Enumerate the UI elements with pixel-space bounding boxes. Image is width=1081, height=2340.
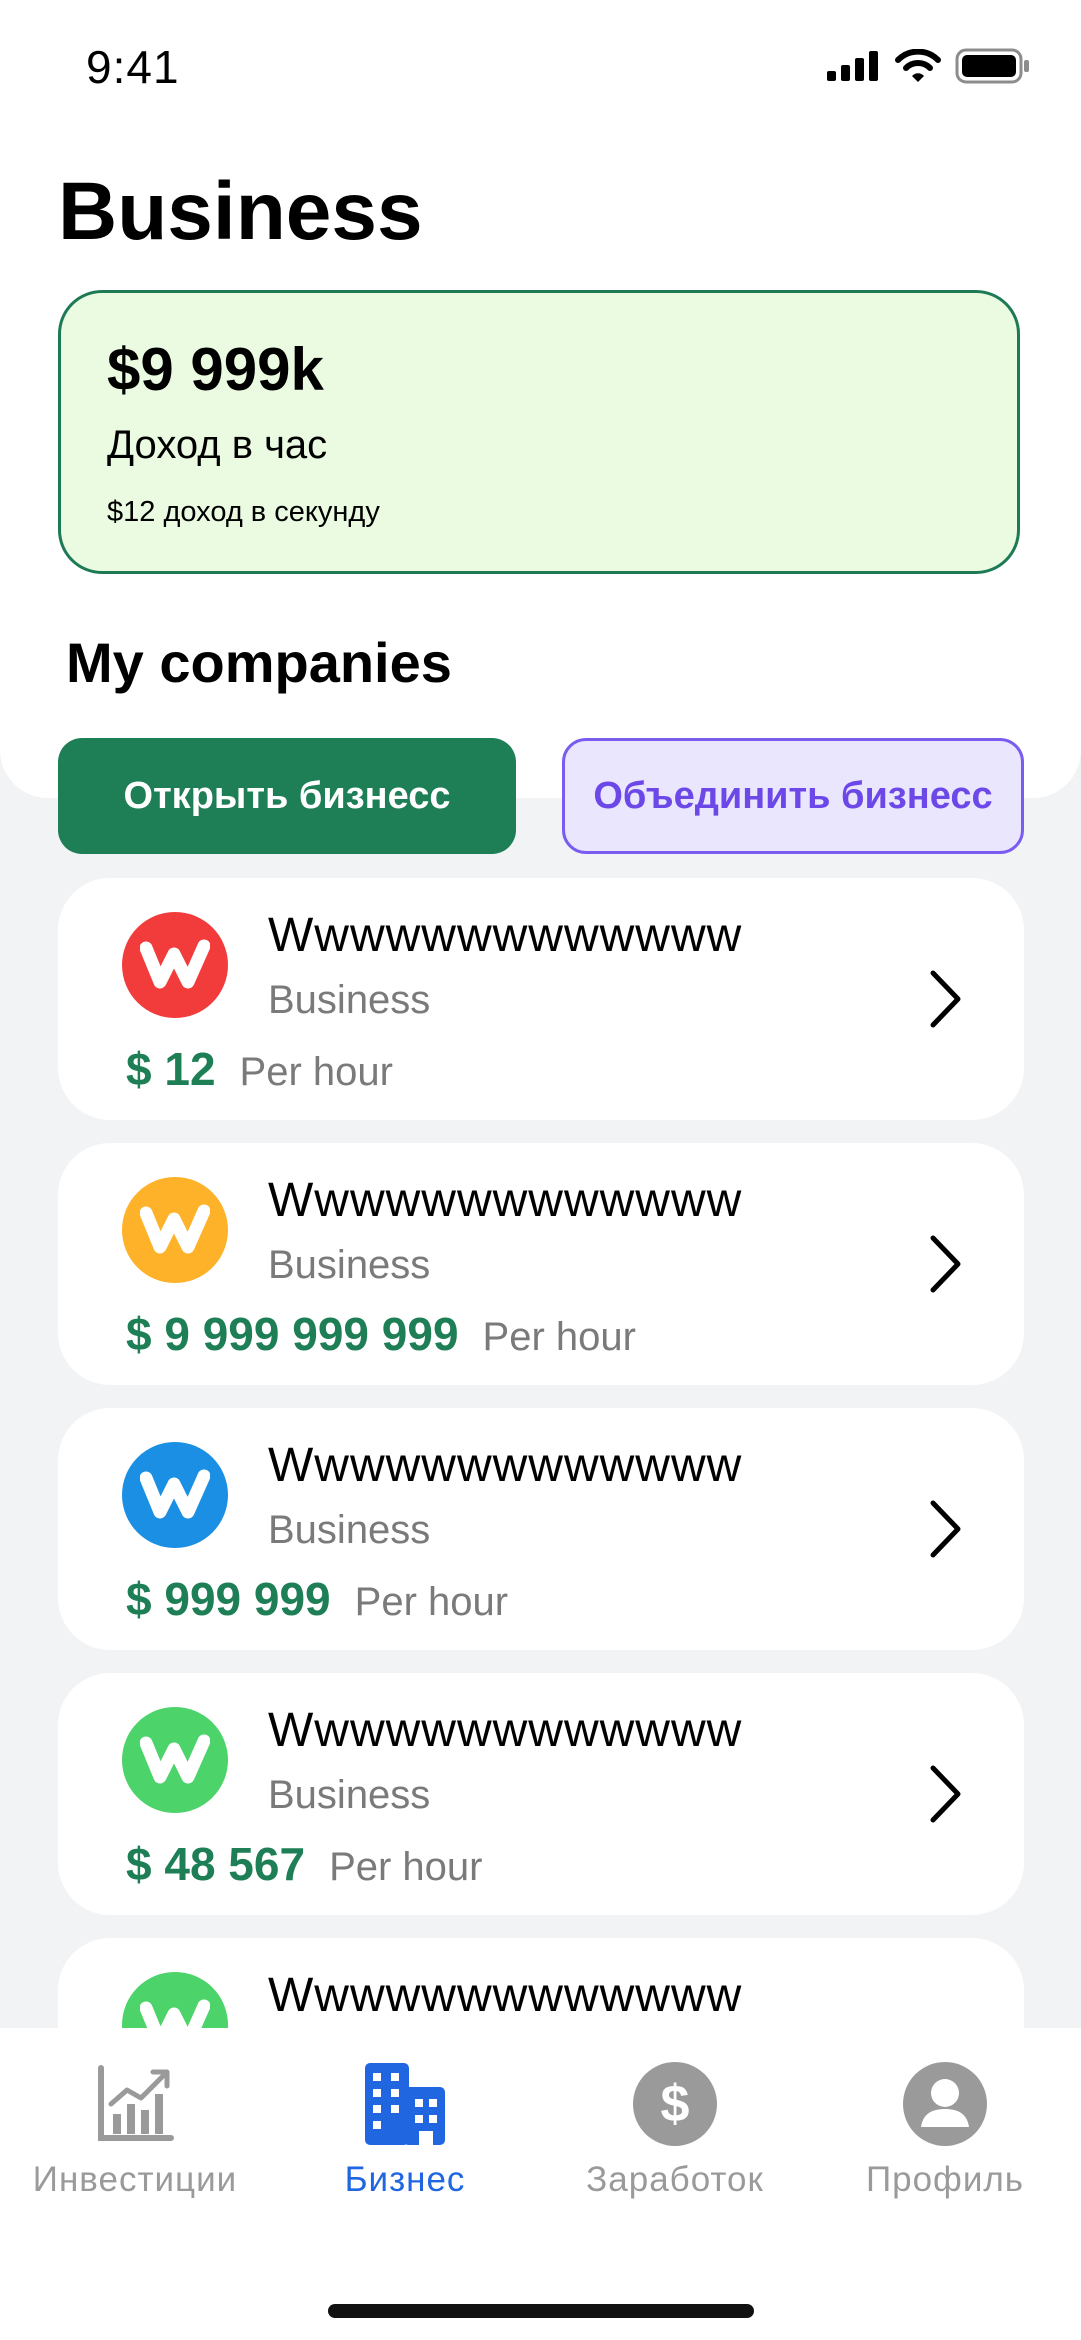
company-logo-icon xyxy=(122,1707,228,1813)
income-unit: Per hour xyxy=(239,1050,393,1094)
page-title: Business xyxy=(58,166,423,257)
tab-label: Инвестиции xyxy=(32,2160,238,2199)
home-indicator xyxy=(328,2304,754,2318)
company-card[interactable]: Wwwwwwwwwwwww Business $ 12 Per hour xyxy=(58,878,1024,1120)
tab-label: Заработок xyxy=(586,2160,764,2199)
company-type: Business xyxy=(268,1508,431,1552)
company-name: Wwwwwwwwwwwww xyxy=(268,1704,743,1757)
company-income: $ 999 999 Per hour xyxy=(126,1572,508,1626)
battery-icon xyxy=(955,48,1029,84)
company-card[interactable]: Wwwwwwwwwwwww Business $ 9 999 999 999 P… xyxy=(58,1143,1024,1385)
chevron-right-icon[interactable] xyxy=(928,1498,964,1560)
chevron-right-icon[interactable] xyxy=(928,1763,964,1825)
income-per-second: $12 доход в секунду xyxy=(107,496,380,528)
signal-icon xyxy=(827,51,878,81)
status-time: 9:41 xyxy=(86,41,180,93)
company-type: Business xyxy=(268,1243,431,1287)
company-income: $ 9 999 999 999 Per hour xyxy=(126,1307,636,1361)
company-logo-icon xyxy=(122,912,228,1018)
tab-profile[interactable]: Профиль xyxy=(810,2028,1080,2208)
tab-business[interactable]: Бизнес xyxy=(270,2028,540,2208)
tab-label: Бизнес xyxy=(344,2160,466,2199)
status-bar: 9:41 xyxy=(0,0,1081,130)
tab-bar: Инвестиции Бизнес $ Заработок Профиль xyxy=(0,2028,1081,2340)
tab-earnings[interactable]: $ Заработок xyxy=(540,2028,810,2208)
chevron-right-icon[interactable] xyxy=(928,1233,964,1295)
company-list[interactable]: Wwwwwwwwwwwww Business $ 12 Per hour Www… xyxy=(0,870,1081,2028)
tab-investments[interactable]: Инвестиции xyxy=(0,2028,270,2208)
company-name: Wwwwwwwwwwwww xyxy=(268,909,743,962)
svg-text:$: $ xyxy=(661,2075,690,2133)
income-value: $ 48 567 xyxy=(126,1838,306,1890)
company-type: Business xyxy=(268,1773,431,1817)
income-summary-card: $9 999k Доход в час $12 доход в секунду xyxy=(58,290,1020,574)
chevron-right-icon[interactable] xyxy=(928,968,964,1030)
open-business-button[interactable]: Открыть бизнесс xyxy=(58,738,516,854)
company-logo-icon xyxy=(122,1972,228,2028)
income-amount: $9 999k xyxy=(107,336,324,403)
status-icons xyxy=(827,48,1031,84)
company-card[interactable]: Wwwwwwwwwwwww Business $ 999 999 Per hou… xyxy=(58,1408,1024,1650)
income-value: $ 999 999 xyxy=(126,1573,331,1625)
company-logo-icon xyxy=(122,1177,228,1283)
income-value: $ 12 xyxy=(126,1043,216,1095)
profile-icon xyxy=(903,2062,987,2146)
company-card[interactable]: Wwwwwwwwwwwww Business xyxy=(58,1938,1024,2028)
company-logo-icon xyxy=(122,1442,228,1548)
company-name: Wwwwwwwwwwwww xyxy=(268,1969,743,2022)
income-unit: Per hour xyxy=(329,1845,483,1889)
income-unit: Per hour xyxy=(354,1580,509,1624)
dollar-icon: $ xyxy=(633,2062,717,2146)
company-income: $ 12 Per hour xyxy=(126,1042,393,1096)
company-income: $ 48 567 Per hour xyxy=(126,1837,482,1891)
company-name: Wwwwwwwwwwwww xyxy=(268,1174,743,1227)
chart-icon xyxy=(98,2065,174,2141)
merge-business-button[interactable]: Объединить бизнесс xyxy=(562,738,1024,854)
company-name: Wwwwwwwwwwwww xyxy=(268,1439,743,1492)
section-title: My companies xyxy=(66,631,452,694)
company-type: Business xyxy=(268,978,431,1022)
income-value: $ 9 999 999 999 xyxy=(126,1308,459,1360)
buildings-icon xyxy=(365,2063,445,2145)
income-label: Доход в час xyxy=(107,423,328,467)
wifi-icon xyxy=(895,49,941,82)
income-unit: Per hour xyxy=(482,1315,636,1359)
company-card[interactable]: Wwwwwwwwwwwww Business $ 48 567 Per hour xyxy=(58,1673,1024,1915)
tab-label: Профиль xyxy=(865,2160,1025,2199)
